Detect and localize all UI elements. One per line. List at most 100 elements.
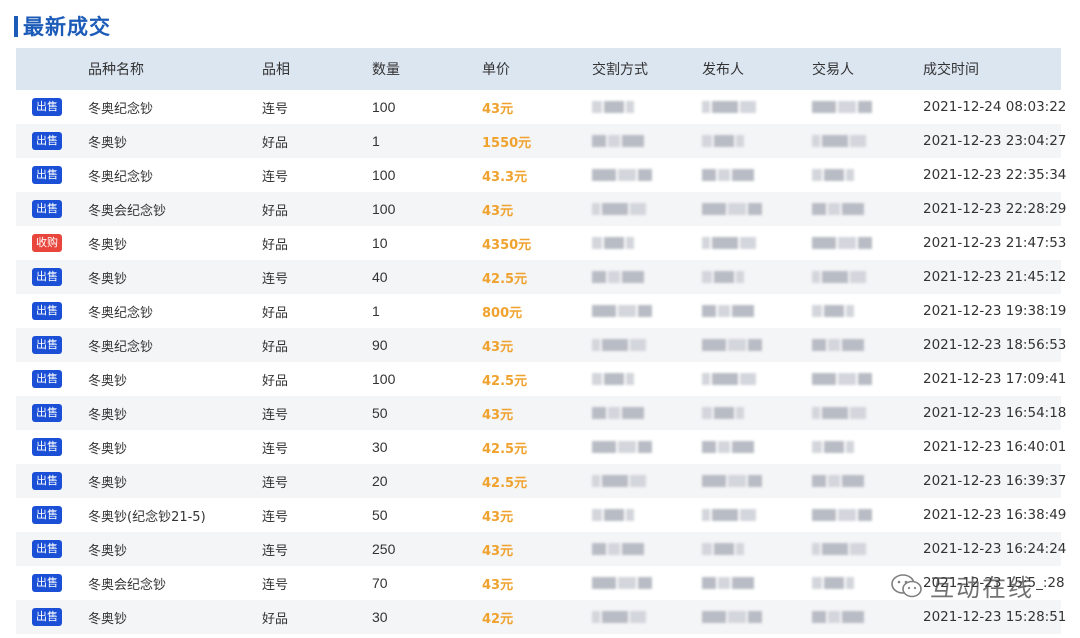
watermark: 互动在线 xyxy=(890,568,1034,603)
item-name[interactable]: 冬奥钞 xyxy=(88,260,258,294)
trades-table: 品种名称 品相 数量 单价 交割方式 发布人 交易人 成交时间 出售 冬奥纪念钞连… xyxy=(16,48,1067,634)
table-row[interactable]: 出售 冬奥钞 好品 30 42元 2021-12-23 15:28:51 xyxy=(16,600,1066,634)
column-header-name: 品种名称 xyxy=(88,62,144,78)
sell-badge: 出售 xyxy=(32,438,62,456)
delivery-method-redacted xyxy=(592,101,634,113)
sell-badge: 出售 xyxy=(32,540,62,558)
item-name[interactable]: 冬奥纪念钞 xyxy=(88,158,258,192)
table-row[interactable]: 出售 冬奥钞 连号 20 42.5元 2021-12-23 16:39:37 xyxy=(16,464,1066,498)
publisher-redacted xyxy=(702,237,756,249)
column-header-time: 成交时间 xyxy=(923,62,979,78)
delivery-method-redacted xyxy=(592,305,652,317)
delivery-method-redacted xyxy=(592,169,652,181)
publisher-redacted xyxy=(702,509,756,521)
delivery-method-cell xyxy=(592,396,692,430)
item-name[interactable]: 冬奥钞 xyxy=(88,396,258,430)
quantity: 250 xyxy=(372,541,396,557)
title-accent-bar xyxy=(14,15,18,37)
unit-price: 43元 xyxy=(482,407,514,423)
table-row[interactable]: 出售 冬奥纪念钞 连号 100 43元 2021-12-24 08:03:22 xyxy=(16,90,1067,124)
trader-redacted xyxy=(812,475,864,487)
quantity: 70 xyxy=(372,575,388,591)
trade-time: 2021-12-23 21:45:12 xyxy=(923,269,1067,285)
type-cell: 出售 xyxy=(32,566,82,600)
unit-price: 42.5元 xyxy=(482,441,528,457)
item-name[interactable]: 冬奥会纪念钞 xyxy=(88,192,258,226)
item-name[interactable]: 冬奥钞 xyxy=(88,464,258,498)
section-header: 最新成交 xyxy=(14,10,111,42)
trade-time: 2021-12-24 08:03:22 xyxy=(923,99,1067,115)
publisher-cell xyxy=(702,430,802,464)
item-name[interactable]: 冬奥钞 xyxy=(88,226,258,260)
column-header-condition: 品相 xyxy=(262,62,290,78)
type-cell: 出售 xyxy=(32,396,82,430)
type-cell: 出售 xyxy=(32,158,82,192)
sell-badge: 出售 xyxy=(32,336,62,354)
unit-price: 4350元 xyxy=(482,237,532,253)
publisher-redacted xyxy=(702,475,762,487)
trader-redacted xyxy=(812,169,854,181)
delivery-method-cell xyxy=(592,566,692,600)
publisher-cell xyxy=(702,328,802,362)
delivery-method-cell xyxy=(592,430,692,464)
condition: 连号 xyxy=(262,271,289,287)
item-name[interactable]: 冬奥钞 xyxy=(88,124,258,158)
unit-price: 43元 xyxy=(482,509,514,525)
trader-redacted xyxy=(812,237,872,249)
table-row[interactable]: 出售 冬奥钞 好品 100 42.5元 2021-12-23 17:09:41 xyxy=(16,362,1066,396)
sell-badge: 出售 xyxy=(32,370,62,388)
type-cell: 收购 xyxy=(32,226,82,260)
unit-price: 800元 xyxy=(482,305,523,321)
unit-price: 1550元 xyxy=(482,135,532,151)
quantity: 10 xyxy=(372,235,388,251)
table-row[interactable]: 出售 冬奥会纪念钞 好品 100 43元 2021-12-23 22:28:29 xyxy=(16,192,1066,226)
item-name[interactable]: 冬奥纪念钞 xyxy=(88,328,258,362)
table-row[interactable]: 出售 冬奥钞 好品 1 1550元 2021-12-23 23:04:27 xyxy=(16,124,1066,158)
publisher-redacted xyxy=(702,611,762,623)
table-row[interactable]: 出售 冬奥纪念钞 连号 100 43.3元 2021-12-23 22:35:34 xyxy=(16,158,1066,192)
publisher-cell xyxy=(702,566,802,600)
item-name[interactable]: 冬奥钞 xyxy=(88,600,258,634)
condition: 好品 xyxy=(262,339,289,355)
trader-cell xyxy=(812,124,912,158)
publisher-redacted xyxy=(702,543,744,555)
condition: 连号 xyxy=(262,475,289,491)
quantity: 100 xyxy=(372,99,396,115)
delivery-method-cell xyxy=(592,260,692,294)
delivery-method-redacted xyxy=(592,135,644,147)
table-row[interactable]: 出售 冬奥钞(纪念钞21-5) 连号 50 43元 2021-12-23 16:38:49 xyxy=(16,498,1066,532)
table-row[interactable]: 出售 冬奥钞 连号 40 42.5元 2021-12-23 21:45:12 xyxy=(16,260,1067,294)
table-row[interactable]: 出售 冬奥纪念钞 好品 90 43元 2021-12-23 18:56:53 xyxy=(16,328,1066,362)
quantity: 30 xyxy=(372,439,388,455)
condition: 连号 xyxy=(262,407,289,423)
item-name[interactable]: 冬奥钞(纪念钞21-5) xyxy=(88,498,258,532)
condition: 连号 xyxy=(262,101,289,117)
table-row[interactable]: 出售 冬奥钞 连号 30 42.5元 2021-12-23 16:40:01 xyxy=(16,430,1066,464)
table-row[interactable]: 出售 冬奥钞 连号 50 43元 2021-12-23 16:54:18 xyxy=(16,396,1066,430)
sell-badge: 出售 xyxy=(32,132,62,150)
delivery-method-cell xyxy=(592,464,692,498)
table-row[interactable]: 收购 冬奥钞 好品 10 4350元 2021-12-23 21:47:53 xyxy=(16,226,1066,260)
delivery-method-cell xyxy=(592,600,692,634)
item-name[interactable]: 冬奥钞 xyxy=(88,430,258,464)
type-cell: 出售 xyxy=(32,430,82,464)
item-name[interactable]: 冬奥纪念钞 xyxy=(88,90,258,124)
table-row[interactable]: 出售 冬奥纪念钞 好品 1 800元 2021-12-23 19:38:19 xyxy=(16,294,1066,328)
publisher-cell xyxy=(702,362,802,396)
item-name[interactable]: 冬奥纪念钞 xyxy=(88,294,258,328)
publisher-redacted xyxy=(702,135,744,147)
trader-cell xyxy=(812,600,912,634)
buy-badge: 收购 xyxy=(32,234,62,252)
table-row[interactable]: 出售 冬奥钞 连号 250 43元 2021-12-23 16:24:24 xyxy=(16,532,1066,566)
item-name[interactable]: 冬奥钞 xyxy=(88,532,258,566)
unit-price: 42.5元 xyxy=(482,475,528,491)
publisher-cell xyxy=(702,464,802,498)
type-cell: 出售 xyxy=(32,600,82,634)
delivery-method-cell xyxy=(592,498,692,532)
publisher-cell xyxy=(702,192,802,226)
item-name[interactable]: 冬奥钞 xyxy=(88,362,258,396)
item-name[interactable]: 冬奥会纪念钞 xyxy=(88,566,258,600)
quantity: 20 xyxy=(372,473,388,489)
unit-price: 42元 xyxy=(482,611,514,627)
quantity: 50 xyxy=(372,405,388,421)
